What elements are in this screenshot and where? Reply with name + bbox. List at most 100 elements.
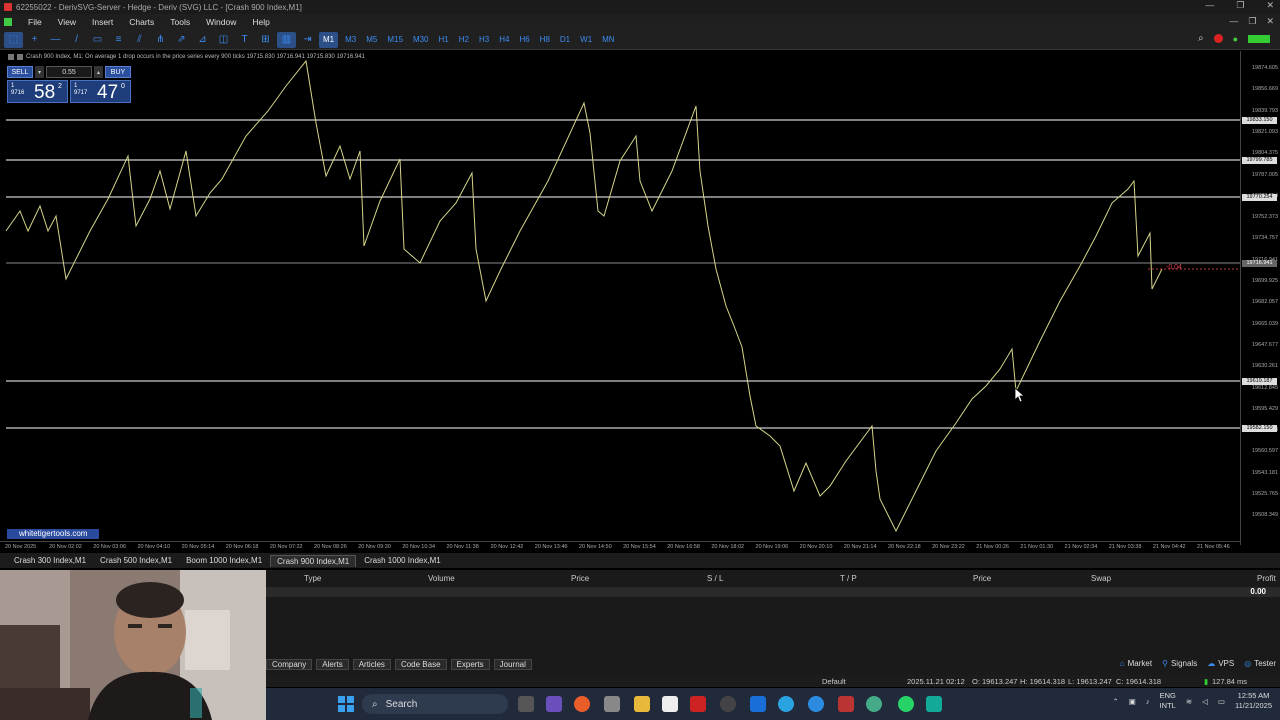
tf-h3-button[interactable]: H3 xyxy=(474,35,494,44)
cycle-icon[interactable]: ◫ xyxy=(214,32,233,48)
mdi-minimize-button[interactable]: — xyxy=(1229,16,1238,27)
volume-down-button[interactable]: ▾ xyxy=(35,66,44,78)
tf-m30-button[interactable]: M30 xyxy=(408,35,434,44)
menu-tools[interactable]: Tools xyxy=(162,17,198,27)
edge-icon[interactable] xyxy=(808,696,824,712)
col-type[interactable]: Type xyxy=(304,574,321,583)
chart-tab-crash900[interactable]: Crash 900 Index,M1 xyxy=(270,554,357,567)
col-volume[interactable]: Volume xyxy=(428,574,455,583)
time-axis[interactable]: 20 Nov 2025 20 Nov 02:02 20 Nov 03:06 20 No… xyxy=(0,541,1240,552)
maximize-button[interactable]: ❐ xyxy=(1236,0,1244,11)
tab-market[interactable]: ⌂ Market xyxy=(1120,659,1152,668)
tab-experts[interactable]: Experts xyxy=(450,659,490,670)
chart-tab-boom1000[interactable]: Boom 1000 Index,M1 xyxy=(180,555,268,566)
menu-charts[interactable]: Charts xyxy=(121,17,162,27)
status-profile[interactable]: Default xyxy=(822,677,846,686)
language-indicator[interactable]: ENG INTL xyxy=(1160,691,1176,711)
pitchfork-icon[interactable]: ⋔ xyxy=(151,32,170,48)
microphone-icon[interactable]: ♪ xyxy=(1146,697,1150,706)
chart-tab-crash300[interactable]: Crash 300 Index,M1 xyxy=(8,555,92,566)
buy-quote[interactable]: 1 9717 47 0 xyxy=(70,80,131,103)
start-button[interactable] xyxy=(338,696,354,712)
tab-signals[interactable]: ⚲ Signals xyxy=(1162,659,1197,668)
battery-icon[interactable]: ▭ xyxy=(1218,697,1225,706)
copilot-icon[interactable] xyxy=(574,696,590,712)
col-sl[interactable]: S / L xyxy=(707,574,723,583)
tab-journal[interactable]: Journal xyxy=(493,659,532,670)
task-view-icon[interactable] xyxy=(518,696,534,712)
rectangle-icon[interactable]: ▭ xyxy=(88,32,107,48)
chart-window[interactable]: Crash 900 Index, M1: On average 1 drop o… xyxy=(0,51,1280,552)
candles-icon[interactable]: ▥ xyxy=(277,31,296,48)
camera-icon[interactable] xyxy=(604,696,620,712)
volume-up-button[interactable]: ▴ xyxy=(94,66,103,78)
tf-m3-button[interactable]: M3 xyxy=(340,35,361,44)
volume-icon[interactable]: ◁ xyxy=(1202,697,1208,706)
sell-button[interactable]: SELL xyxy=(7,66,33,78)
tf-h4-button[interactable]: H4 xyxy=(494,35,514,44)
col-swap[interactable]: Swap xyxy=(1091,574,1111,583)
deriv-icon[interactable] xyxy=(838,696,854,712)
crosshair-icon[interactable]: + xyxy=(25,32,44,48)
menu-insert[interactable]: Insert xyxy=(84,17,121,27)
tf-w1-button[interactable]: W1 xyxy=(575,35,597,44)
fibo-icon[interactable]: ≡ xyxy=(109,32,128,48)
col-price[interactable]: Price xyxy=(571,574,589,583)
tab-alerts[interactable]: Alerts xyxy=(316,659,349,670)
settings-icon[interactable] xyxy=(720,696,736,712)
search-icon[interactable]: ⌕ xyxy=(1198,33,1204,44)
tray-chevron-icon[interactable]: ⌃ xyxy=(1112,697,1118,706)
grid-icon[interactable]: ⊞ xyxy=(256,32,275,48)
col-current-price[interactable]: Price xyxy=(973,574,991,583)
mt5-icon[interactable] xyxy=(866,696,882,712)
tf-m15-button[interactable]: M15 xyxy=(382,35,408,44)
buy-button[interactable]: BUY xyxy=(105,66,131,78)
wifi-icon[interactable]: ≋ xyxy=(1186,697,1192,706)
menu-help[interactable]: Help xyxy=(244,17,277,27)
volume-input[interactable]: 0.55 xyxy=(46,66,92,78)
file-explorer-icon[interactable] xyxy=(634,696,650,712)
notification-icon[interactable] xyxy=(1213,34,1223,43)
col-profit[interactable]: Profit xyxy=(1257,574,1276,583)
tf-h1-button[interactable]: H1 xyxy=(434,35,454,44)
outlook-icon[interactable] xyxy=(750,696,766,712)
account-icon[interactable]: ● xyxy=(1233,34,1238,44)
tf-h8-button[interactable]: H8 xyxy=(535,35,555,44)
tf-m1-button[interactable]: M1 xyxy=(319,31,339,48)
minimize-button[interactable]: — xyxy=(1205,0,1214,11)
telegram-icon[interactable] xyxy=(778,696,794,712)
tf-d1-button[interactable]: D1 xyxy=(555,35,575,44)
taskbar-search[interactable]: ⌕ Search xyxy=(362,694,508,714)
tf-m5-button[interactable]: M5 xyxy=(361,35,382,44)
mdi-close-button[interactable]: ✕ xyxy=(1266,16,1274,27)
snipping-tool-icon[interactable] xyxy=(690,696,706,712)
chart-tab-crash500[interactable]: Crash 500 Index,M1 xyxy=(94,555,178,566)
tray-app-icon[interactable]: ▣ xyxy=(1129,697,1136,706)
col-tp[interactable]: T / P xyxy=(840,574,857,583)
cursor-icon[interactable]: ⬚ xyxy=(4,31,23,48)
tab-code-base[interactable]: Code Base xyxy=(394,659,447,670)
chart-tab-crash1000[interactable]: Crash 1000 Index,M1 xyxy=(358,555,447,566)
menu-file[interactable]: File xyxy=(20,17,50,27)
tab-company[interactable]: Company xyxy=(266,659,313,670)
clock[interactable]: 12:55 AM 11/21/2025 xyxy=(1235,691,1272,711)
tab-tester[interactable]: ◎ Tester xyxy=(1244,659,1276,668)
trendline-icon[interactable]: / xyxy=(67,32,86,48)
tab-articles[interactable]: Articles xyxy=(352,659,391,670)
close-button[interactable]: ✕ xyxy=(1266,0,1274,11)
teams-icon[interactable] xyxy=(546,696,562,712)
text-icon[interactable]: T xyxy=(235,32,254,48)
channel-icon[interactable]: ⫽ xyxy=(130,32,149,48)
notepad-icon[interactable] xyxy=(662,696,678,712)
price-chart[interactable] xyxy=(0,51,1240,541)
menu-view[interactable]: View xyxy=(50,17,84,27)
tf-h6-button[interactable]: H6 xyxy=(514,35,534,44)
tab-vps[interactable]: ☁ VPS xyxy=(1207,659,1234,668)
price-axis[interactable]: 19874.605 19856.669 19839.793 19821.093 1980… xyxy=(1240,51,1280,545)
arrows-icon[interactable]: ⇗ xyxy=(172,32,191,48)
mdi-restore-button[interactable]: ❐ xyxy=(1248,16,1256,27)
app-s-icon[interactable] xyxy=(926,696,942,712)
sell-quote[interactable]: 1 9716 58 2 xyxy=(7,80,68,103)
hline-icon[interactable]: — xyxy=(46,32,65,48)
whatsapp-icon[interactable] xyxy=(898,696,914,712)
